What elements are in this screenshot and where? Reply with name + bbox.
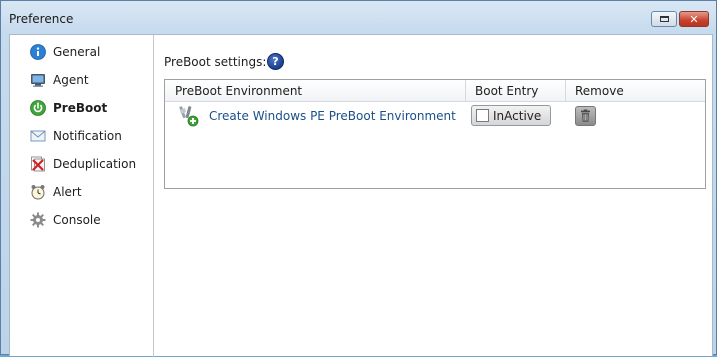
trash-icon [581,109,590,122]
boot-entry-state: InActive [493,109,542,123]
alarm-clock-icon [31,185,45,200]
preboot-table: PreBoot Environment Boot Entry Remove Cr… [164,79,706,189]
power-icon [30,100,46,116]
boot-entry-checkbox[interactable] [476,109,489,122]
column-header-environment[interactable]: PreBoot Environment [175,84,302,98]
sidebar-item-console[interactable]: Console [10,209,153,231]
title-bar[interactable]: Preference ✕ [1,1,716,33]
info-icon [30,44,46,60]
remove-button[interactable] [575,106,596,126]
sidebar-item-label: Deduplication [53,157,137,171]
sidebar-item-preboot[interactable]: PreBoot [10,97,153,119]
table-row: Create Windows PE PreBoot Environment In… [165,102,705,130]
restore-icon [659,16,669,22]
windows-pe-icon [179,106,199,127]
gear-icon [30,212,46,228]
sidebar-item-deduplication[interactable]: Deduplication [10,153,153,175]
sidebar-item-label: Console [53,213,101,227]
envelope-icon [30,130,46,142]
preference-window: Preference ✕ General Agent PreBoot Notif… [0,0,717,357]
close-icon: ✕ [689,12,699,26]
dedup-icon [31,156,45,172]
sidebar-item-label: Alert [53,185,82,199]
column-divider [565,80,566,101]
column-divider [465,80,466,101]
column-header-remove[interactable]: Remove [575,84,624,98]
close-button[interactable]: ✕ [679,11,709,27]
sidebar-item-general[interactable]: General [10,41,153,63]
sidebar-item-notification[interactable]: Notification [10,125,153,147]
boot-entry-toggle[interactable]: InActive [471,105,551,126]
main-panel: PreBoot settings: ? PreBoot Environment … [155,35,713,357]
help-icon[interactable]: ? [267,53,284,70]
column-header-boot-entry[interactable]: Boot Entry [475,84,538,98]
sidebar-item-label: Agent [53,73,89,87]
sidebar-item-label: PreBoot [53,101,108,115]
sidebar-item-label: Notification [53,129,122,143]
computer-icon [31,74,45,87]
sidebar: General Agent PreBoot Notification Dedup… [10,35,154,357]
sidebar-item-alert[interactable]: Alert [10,181,153,203]
sidebar-item-agent[interactable]: Agent [10,69,153,91]
table-header: PreBoot Environment Boot Entry Remove [165,80,705,102]
client-area: General Agent PreBoot Notification Dedup… [9,34,713,357]
sidebar-item-label: General [53,45,101,59]
restore-button[interactable] [651,11,677,27]
window-title: Preference [9,12,74,26]
preboot-settings-label: PreBoot settings: [164,55,267,69]
create-windows-pe-link[interactable]: Create Windows PE PreBoot Environment [209,109,456,123]
